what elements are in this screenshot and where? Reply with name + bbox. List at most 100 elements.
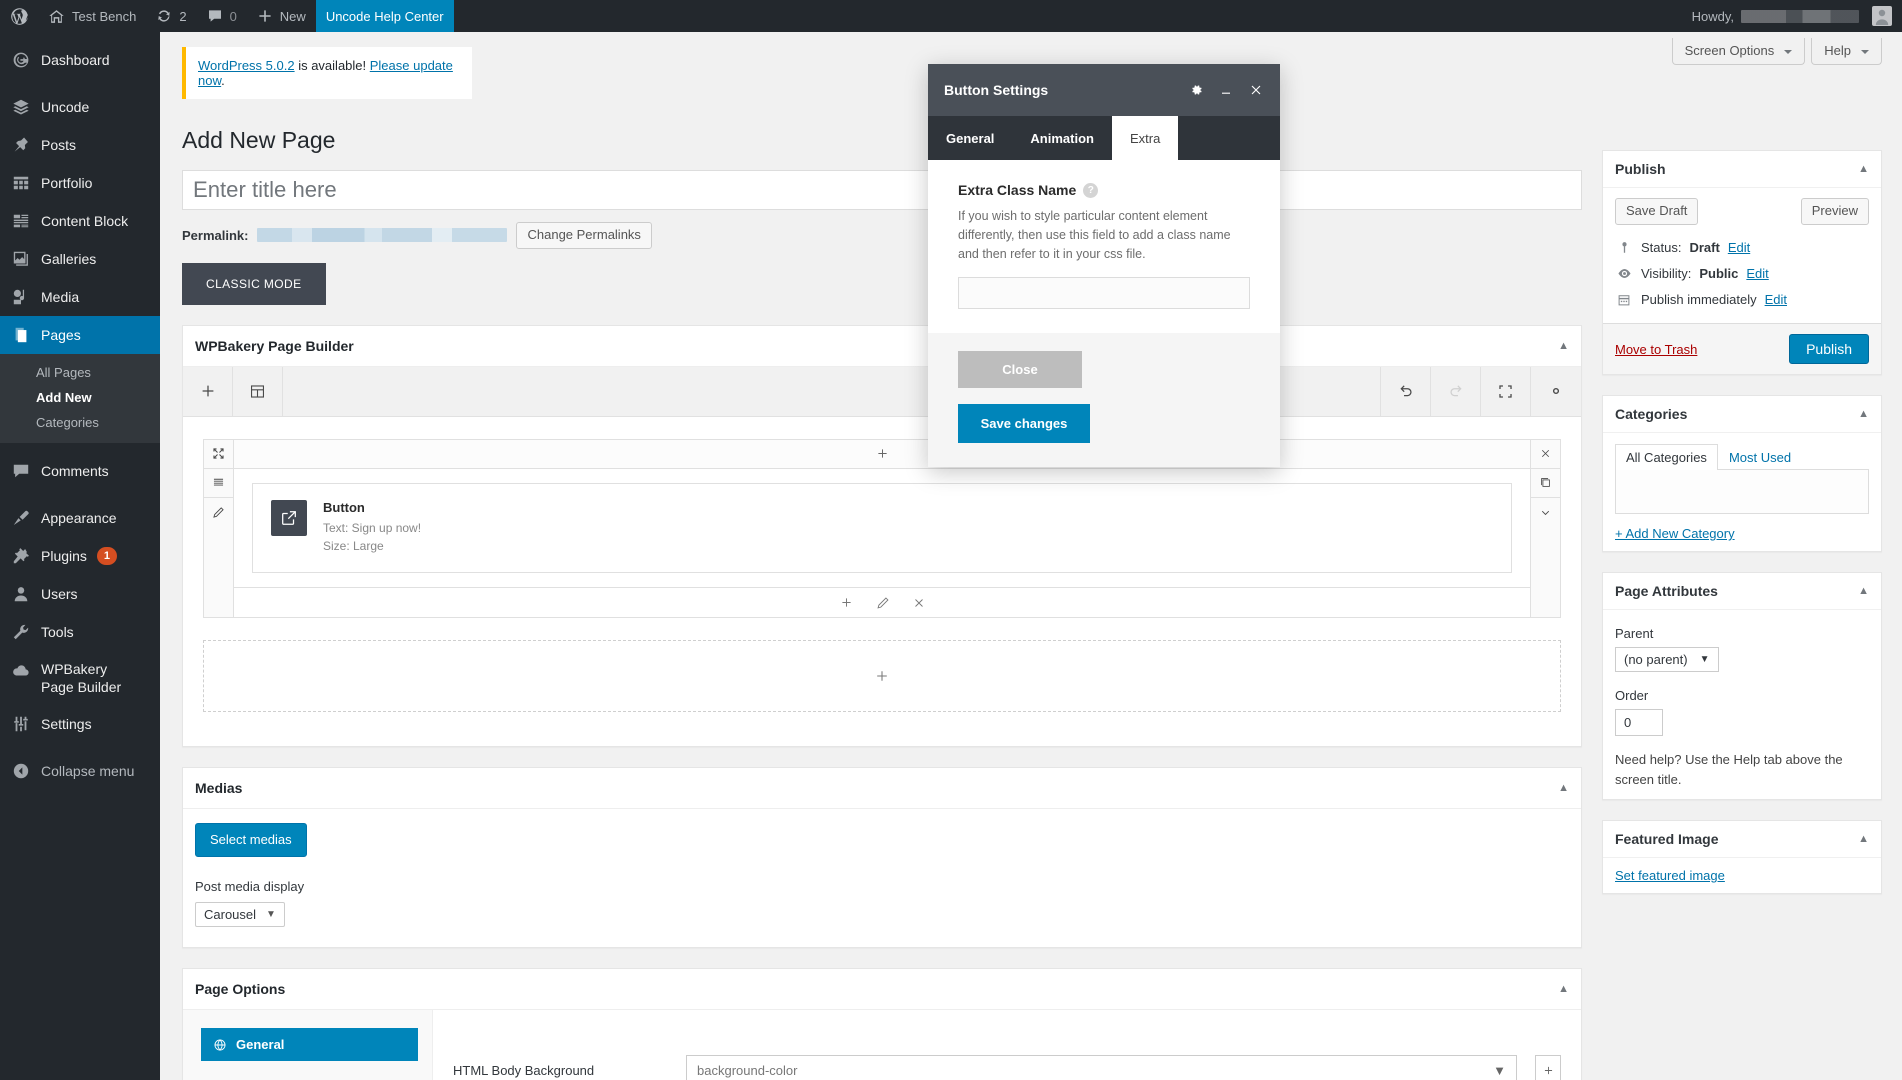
cloud-icon: [11, 661, 31, 681]
admin-bar-right: Howdy,: [1682, 0, 1902, 32]
preview-button[interactable]: Preview: [1800, 198, 1869, 225]
add-element-button[interactable]: [183, 366, 233, 416]
sliders-icon: [11, 714, 31, 734]
add-new-category-link[interactable]: + Add New Category: [1615, 526, 1869, 541]
sidebar-item-comments[interactable]: Comments: [0, 452, 160, 490]
publish-toggle-icon[interactable]: ▲: [1858, 163, 1869, 175]
row-add-element-strip[interactable]: [234, 439, 1530, 469]
sidebar-item-posts[interactable]: Posts: [0, 126, 160, 164]
categories-toggle-icon[interactable]: ▲: [1858, 408, 1869, 420]
close-icon[interactable]: [1248, 82, 1264, 98]
help-button[interactable]: Help: [1811, 38, 1882, 65]
select-medias-button[interactable]: Select medias: [195, 823, 307, 858]
help-icon[interactable]: ?: [1083, 182, 1099, 198]
sidebar-item-media[interactable]: Media: [0, 278, 160, 316]
sidebar-item-uncode[interactable]: Uncode: [0, 88, 160, 126]
sidebar-item-pages[interactable]: Pages: [0, 316, 168, 354]
schedule-edit-link[interactable]: Edit: [1765, 292, 1787, 307]
row-layout-button[interactable]: [204, 469, 233, 498]
html-body-background-add-button[interactable]: [1535, 1055, 1561, 1080]
redo-button[interactable]: [1431, 366, 1481, 416]
sidebar-item-appearance[interactable]: Appearance: [0, 499, 160, 537]
sidebar-item-collapse-menu[interactable]: Collapse menu: [0, 752, 160, 790]
tab-general[interactable]: General: [928, 116, 1012, 160]
sidebar-subitem-categories[interactable]: Categories: [0, 410, 160, 435]
undo-button[interactable]: [1381, 366, 1431, 416]
button-element-title: Button: [323, 499, 365, 515]
page-attributes-toggle-icon[interactable]: ▲: [1858, 585, 1869, 597]
add-row-placeholder[interactable]: [203, 640, 1561, 713]
minimize-icon[interactable]: [1218, 82, 1234, 98]
sidebar-item-dashboard[interactable]: Dashboard: [0, 41, 160, 79]
sidebar-item-galleries[interactable]: Galleries: [0, 240, 160, 278]
element-edit-button[interactable]: [876, 596, 890, 610]
updates-menu[interactable]: 2: [146, 0, 196, 32]
row-edit-button[interactable]: [204, 498, 233, 527]
page-options-toggle-icon[interactable]: ▲: [1558, 983, 1569, 995]
element-delete-button[interactable]: [912, 596, 926, 610]
medias-body: Select medias Post media display Carouse…: [183, 809, 1581, 947]
move-to-trash-link[interactable]: Move to Trash: [1615, 342, 1697, 357]
sidebar-item-settings[interactable]: Settings: [0, 705, 160, 743]
categories-list[interactable]: [1615, 470, 1869, 514]
page-options-panel-title: Page Options: [195, 981, 286, 998]
sidebar-item-plugins[interactable]: Plugins 1: [0, 537, 160, 575]
post-title-input[interactable]: [182, 169, 1582, 210]
pin-icon: [11, 135, 31, 155]
my-account-menu[interactable]: Howdy,: [1682, 6, 1902, 26]
close-button[interactable]: Close: [958, 351, 1082, 389]
layers-icon: [11, 97, 31, 117]
change-permalinks-button[interactable]: Change Permalinks: [516, 221, 652, 249]
set-featured-image-link[interactable]: Set featured image: [1615, 868, 1725, 883]
sidebar-item-content-block[interactable]: Content Block: [0, 202, 160, 240]
parent-select[interactable]: (no parent) ▼: [1615, 647, 1719, 672]
sidebar-item-users[interactable]: Users: [0, 575, 160, 613]
sidebar-item-label: Comments: [41, 463, 109, 479]
visibility-edit-link[interactable]: Edit: [1746, 266, 1768, 281]
builder-settings-gear-button[interactable]: [1531, 366, 1581, 416]
gear-icon[interactable]: [1188, 82, 1204, 98]
page-options-tab-general[interactable]: General: [201, 1028, 418, 1062]
tab-most-used[interactable]: Most Used: [1718, 444, 1802, 470]
wpbakery-toggle-icon[interactable]: ▲: [1558, 340, 1569, 352]
element-add-button[interactable]: [839, 595, 854, 610]
save-draft-button[interactable]: Save Draft: [1615, 198, 1699, 225]
status-edit-link[interactable]: Edit: [1728, 240, 1750, 255]
tab-animation[interactable]: Animation: [1012, 116, 1112, 160]
uncode-help-center-menu[interactable]: Uncode Help Center: [315, 0, 454, 32]
medias-toggle-icon[interactable]: ▲: [1558, 782, 1569, 794]
html-body-background-select[interactable]: background-color ▼: [686, 1054, 1517, 1080]
sidebar-subitem-add-new[interactable]: Add New: [0, 385, 160, 410]
publish-button[interactable]: Publish: [1789, 334, 1869, 364]
row-more-button[interactable]: [1531, 498, 1560, 527]
button-element[interactable]: Button Text: Sign up now! Size: Large: [252, 482, 1512, 574]
row-clone-button[interactable]: [1531, 469, 1560, 498]
comments-menu[interactable]: 0: [197, 0, 247, 32]
site-name-menu[interactable]: Test Bench: [38, 0, 146, 32]
new-content-menu[interactable]: New: [247, 0, 316, 32]
tab-extra[interactable]: Extra: [1111, 116, 1179, 160]
fullscreen-button[interactable]: [1481, 366, 1531, 416]
templates-button[interactable]: [233, 366, 283, 416]
featured-image-toggle-icon[interactable]: ▲: [1858, 833, 1869, 845]
row-move-handle[interactable]: [204, 440, 233, 469]
sidebar-item-wpbakery-page-builder[interactable]: WPBakery Page Builder: [0, 651, 160, 705]
wordpress-version-link[interactable]: WordPress 5.0.2: [198, 58, 295, 73]
order-input[interactable]: [1615, 709, 1663, 736]
classic-mode-button[interactable]: CLASSIC MODE: [182, 262, 326, 305]
update-notice: WordPress 5.0.2 is available! Please upd…: [182, 47, 472, 99]
wordpress-logo-menu[interactable]: [0, 0, 38, 32]
sidebar-item-portfolio[interactable]: Portfolio: [0, 164, 160, 202]
tab-all-categories[interactable]: All Categories: [1615, 444, 1718, 470]
save-changes-button[interactable]: Save changes: [958, 404, 1090, 444]
post-media-display-value: Carousel: [204, 907, 257, 923]
sidebar-subitem-all-pages[interactable]: All Pages: [0, 360, 160, 385]
help-center-label: Uncode Help Center: [325, 8, 444, 24]
screen-options-button[interactable]: Screen Options: [1671, 38, 1806, 65]
sidebar-item-tools[interactable]: Tools: [0, 613, 160, 651]
extra-class-name-input[interactable]: [958, 277, 1250, 310]
medias-metabox-header: Medias ▲: [183, 768, 1581, 810]
row-delete-button[interactable]: [1531, 440, 1560, 469]
post-media-display-select[interactable]: Carousel ▼: [195, 902, 285, 928]
chevron-down-icon: ▼: [1699, 654, 1710, 665]
